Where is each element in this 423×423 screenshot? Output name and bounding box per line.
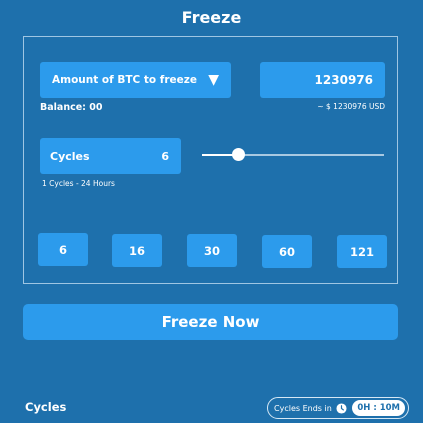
cycles-countdown: Cycles Ends in 0H : 10M xyxy=(267,397,409,419)
preset-button-6[interactable]: 6 xyxy=(38,233,88,266)
preset-button-30[interactable]: 30 xyxy=(187,234,237,267)
amount-input[interactable]: 1230976 xyxy=(260,62,385,98)
preset-button-16[interactable]: 16 xyxy=(112,234,162,267)
asset-dropdown[interactable]: Amount of BTC to freeze ▼ xyxy=(40,62,231,98)
cycles-ends-label: Cycles Ends in xyxy=(274,403,332,413)
triangle-down-icon: ▼ xyxy=(208,72,219,88)
freeze-panel: Amount of BTC to freeze ▼ 1230976 ~ $ 12… xyxy=(23,36,398,284)
usd-estimate: ~ $ 1230976 USD xyxy=(317,102,385,111)
clock-icon xyxy=(336,402,347,414)
slider-thumb[interactable] xyxy=(232,148,246,161)
footer-cycles-label: Cycles xyxy=(25,400,67,414)
freeze-now-button[interactable]: Freeze Now xyxy=(23,304,398,340)
cycles-input[interactable]: Cycles 6 xyxy=(40,138,181,174)
cycles-slider[interactable] xyxy=(202,147,384,163)
cycles-value: 6 xyxy=(161,149,169,163)
cycles-ends-time: 0H : 10M xyxy=(352,400,405,416)
balance-text: Balance: 00 xyxy=(40,102,103,113)
cycles-note: 1 Cycles - 24 Hours xyxy=(42,179,115,188)
preset-button-121[interactable]: 121 xyxy=(337,235,387,268)
page-title: Freeze xyxy=(181,8,242,27)
cycles-label: Cycles xyxy=(50,149,90,163)
asset-dropdown-label: Amount of BTC to freeze xyxy=(52,74,197,86)
preset-button-60[interactable]: 60 xyxy=(262,235,312,268)
